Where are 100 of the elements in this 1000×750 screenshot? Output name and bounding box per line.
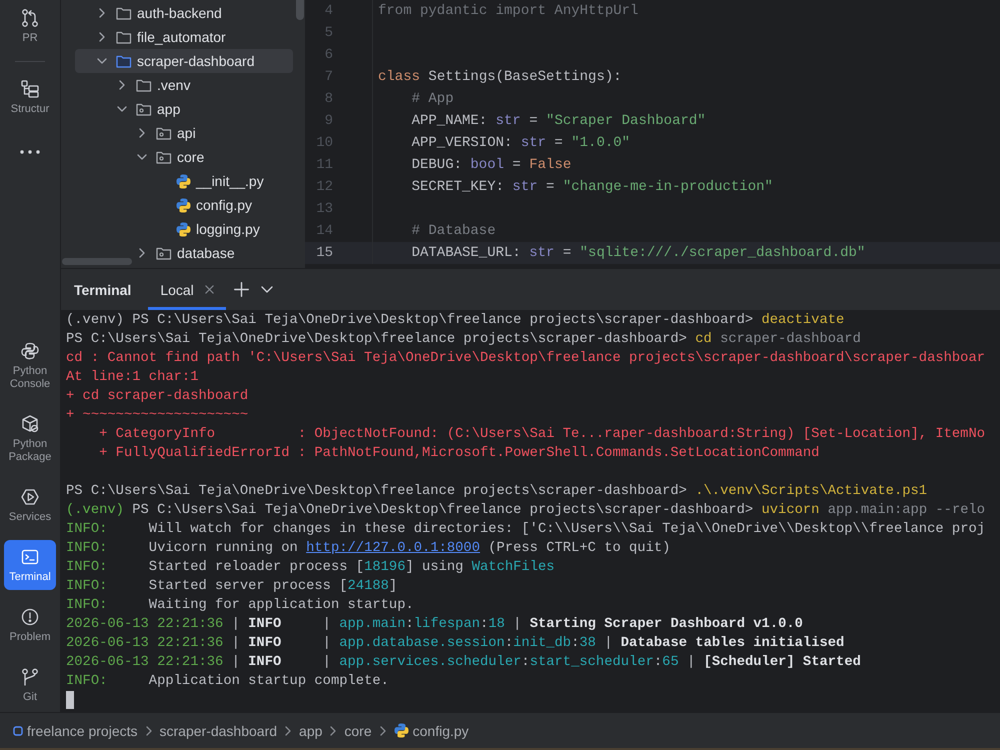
- url-link[interactable]: http://127.0.0.1:8000: [306, 541, 480, 556]
- square-icon: [13, 726, 23, 736]
- chevron-right-icon[interactable]: [139, 128, 145, 138]
- exclamation-circle-icon: [20, 607, 40, 627]
- line-number: 7: [324, 68, 333, 87]
- terminal-button[interactable]: Terminal: [4, 540, 56, 590]
- tree-item[interactable]: file_automator: [75, 25, 293, 49]
- package-icon: [20, 414, 40, 434]
- services-button[interactable]: Services: [4, 480, 56, 530]
- tree-item[interactable]: auth-backend: [75, 1, 293, 25]
- terminal-line: INFO: Started reloader process [18196] using WatchFiles: [66, 559, 555, 577]
- python-icon: [20, 341, 40, 361]
- git-button[interactable]: Git: [4, 660, 56, 710]
- play-icon: [20, 487, 40, 507]
- folder-icon: [116, 54, 132, 68]
- chevron-right-icon[interactable]: [99, 8, 105, 18]
- line-number: 9: [324, 112, 333, 131]
- terminal-line: + cd scraper-dashboard: [66, 388, 248, 406]
- chevron-right-icon[interactable]: [139, 248, 145, 258]
- chevron-right-icon: [146, 726, 152, 736]
- folder-icon: [116, 6, 132, 20]
- terminal-line: INFO: Application startup complete.: [66, 673, 389, 691]
- terminal-line: PS C:\Users\Sai Teja\OneDrive\Desktop\freelance projects\scraper-dashboard> .\.venv\Scripts\Activate.ps1: [66, 483, 928, 501]
- code-line: # App: [412, 90, 454, 109]
- code-line: class Settings(BaseSettings):: [378, 68, 622, 87]
- line-number: 6: [324, 46, 333, 65]
- tree-item[interactable]: logging.py: [135, 217, 293, 241]
- structure-icon: [20, 79, 40, 99]
- code-line: DEBUG: bool = False: [412, 156, 572, 175]
- python-icon: [176, 174, 191, 188]
- terminal-icon: [20, 547, 40, 567]
- tree-item[interactable]: __init__.py: [135, 169, 293, 193]
- plus-icon[interactable]: [234, 282, 249, 297]
- line-number: 12: [316, 178, 333, 197]
- close-icon[interactable]: [204, 285, 214, 294]
- tree-item[interactable]: core: [115, 145, 293, 169]
- folder-icon: [156, 150, 172, 164]
- chevron-down-icon[interactable]: [260, 286, 273, 293]
- line-number: 10: [316, 134, 333, 153]
- pull-request-icon: [20, 8, 40, 28]
- tree-item[interactable]: app: [95, 97, 293, 121]
- terminal-line: (.venv) PS C:\Users\Sai Teja\OneDrive\Desktop\freelance projects\scraper-dashboard> deactivate: [66, 312, 844, 330]
- more-icon: [20, 150, 40, 154]
- python-packages-button[interactable]: Python Package: [4, 407, 56, 470]
- tree-item[interactable]: .venv: [95, 73, 293, 97]
- line-number: 15: [316, 244, 333, 263]
- problems-button[interactable]: Problem: [4, 600, 56, 650]
- terminal-line: cd : Cannot find path 'C:\Users\Sai Teja\OneDrive\Desktop\freelance projects\scraper-dashboard\scraper-dashboar: [66, 350, 986, 368]
- chevron-down-icon[interactable]: [137, 154, 147, 160]
- chevron-right-icon: [380, 726, 386, 736]
- structure-button[interactable]: Structur: [4, 72, 56, 122]
- terminal-line: At line:1 char:1: [66, 369, 198, 387]
- pull-requests-button[interactable]: PR: [4, 1, 56, 51]
- panel-title: Terminal: [74, 282, 132, 298]
- folder-icon: [136, 102, 152, 116]
- chevron-down-icon[interactable]: [97, 58, 107, 64]
- terminal-line: + FullyQualifiedErrorId : PathNotFound,Microsoft.PowerShell.Commands.SetLocationCommand: [98, 445, 820, 463]
- line-number: 13: [316, 200, 333, 219]
- terminal-line: 2026-06-13 22:21:36 | INFO | app.main:lifespan:18 | Starting Scraper Dashboard v1.0.0: [66, 616, 803, 634]
- chevron-right-icon[interactable]: [119, 80, 125, 90]
- folder-icon: [156, 246, 172, 260]
- python-icon: [176, 222, 191, 236]
- line-number: 4: [324, 2, 333, 21]
- tree-item[interactable]: database: [115, 241, 293, 265]
- scrollbar[interactable]: [296, 0, 304, 20]
- tree-item[interactable]: scraper-dashboard: [75, 49, 293, 73]
- terminal-line: INFO: Started server process [24188]: [66, 578, 398, 596]
- chevron-right-icon[interactable]: [99, 32, 105, 42]
- code-line: # Database: [412, 222, 496, 241]
- python-icon: [176, 198, 191, 212]
- terminal-line: + ~~~~~~~~~~~~~~~~~~~~: [66, 407, 248, 425]
- code-line: from pydantic import AnyHttpUrl: [378, 2, 638, 21]
- line-number: 5: [324, 24, 333, 43]
- code-line: APP_VERSION: str = "1.0.0": [412, 134, 630, 153]
- terminal-line: 2026-06-13 22:21:36 | INFO | app.services.scheduler:start_scheduler:65 | [Scheduler] Started: [66, 654, 861, 672]
- breadcrumb-item[interactable]: config.py: [394, 722, 469, 738]
- scrollbar[interactable]: [62, 258, 132, 265]
- tree-item[interactable]: config.py: [135, 193, 293, 217]
- chevron-right-icon: [285, 726, 292, 736]
- breadcrumb-item[interactable]: core: [344, 722, 372, 738]
- tree-item[interactable]: api: [115, 121, 293, 145]
- python-console-button[interactable]: Python Console: [4, 334, 56, 397]
- line-number: 8: [324, 90, 333, 109]
- terminal-line: + CategoryInfo : ObjectNotFound: (C:\Users\Sai Te...raper-dashboard:String) [Set-Location], ItemNo: [98, 426, 986, 444]
- breadcrumb-item[interactable]: scraper-dashboard: [160, 722, 278, 738]
- chevron-right-icon: [330, 726, 336, 736]
- python-icon: [394, 723, 409, 738]
- terminal-line: (.venv) PS C:\Users\Sai Teja\OneDrive\Desktop\freelance projects\scraper-dashboard> uvicorn app.main:app --relo: [66, 502, 986, 520]
- breadcrumb-item[interactable]: freelance projects: [13, 722, 138, 738]
- terminal-line: INFO: Will watch for changes in these directories: ['C:\\Users\\Sai Teja\\OneDrive\\Desktop\\freelance proj: [66, 521, 986, 539]
- terminal-line: 2026-06-13 22:21:36 | INFO | app.database.session:init_db:38 | Database tables initialised: [66, 635, 844, 653]
- code-line: SECRET_KEY: str = "change-me-in-production": [412, 178, 773, 197]
- line-number: 11: [316, 156, 333, 175]
- folder-icon: [156, 126, 172, 140]
- folder-icon: [116, 30, 132, 44]
- code-line: DATABASE_URL: str = "sqlite:///./scraper_dashboard.db": [412, 244, 866, 263]
- folder-icon: [136, 78, 152, 92]
- branch-icon: [20, 667, 40, 687]
- breadcrumb-item[interactable]: app: [299, 722, 322, 738]
- chevron-down-icon[interactable]: [117, 106, 127, 112]
